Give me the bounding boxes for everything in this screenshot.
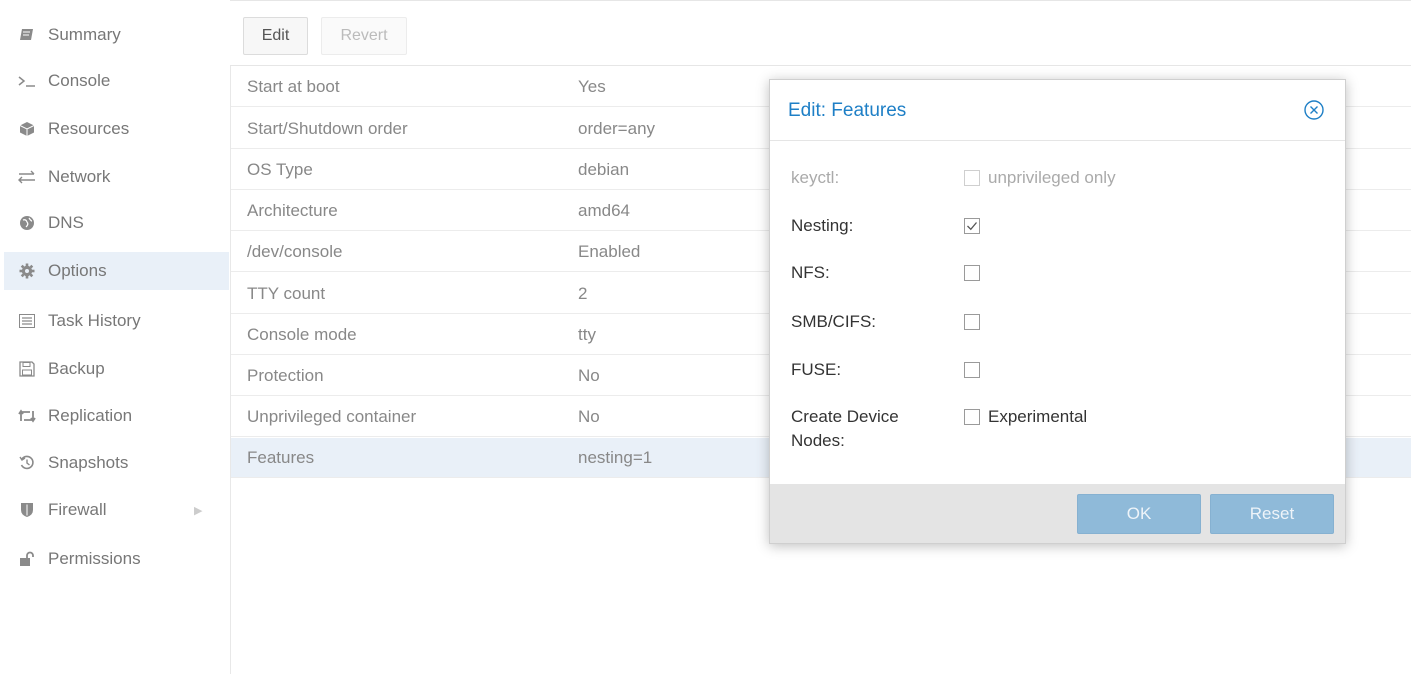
unlock-icon xyxy=(16,551,38,567)
option-value: order=any xyxy=(578,118,656,138)
dialog-header: Edit: Features xyxy=(770,80,1345,141)
option-value: amd64 xyxy=(578,200,630,220)
sidebar-item-label: DNS xyxy=(48,213,84,232)
nesting-checkbox[interactable] xyxy=(964,218,980,234)
sidebar-item-permissions[interactable]: Permissions xyxy=(4,540,229,578)
close-icon[interactable] xyxy=(1303,99,1325,121)
keyctl-checkbox[interactable] xyxy=(964,170,980,186)
floppy-icon xyxy=(16,361,38,377)
toolbar: Edit Revert xyxy=(230,0,1411,66)
mknod-label: Create Device Nodes: xyxy=(791,405,899,453)
exchange-icon xyxy=(16,170,38,184)
sidebar-item-label: Permissions xyxy=(48,549,141,568)
option-key: Protection xyxy=(247,365,324,385)
option-key: TTY count xyxy=(247,283,326,303)
option-key: /dev/console xyxy=(247,241,343,261)
sidebar-item-label: Replication xyxy=(48,406,133,425)
sidebar-item-label: Summary xyxy=(48,25,121,44)
history-icon xyxy=(16,455,38,471)
expand-arrow-icon[interactable]: ▶ xyxy=(194,504,202,517)
option-value: tty xyxy=(578,324,596,344)
sidebar-item-resources[interactable]: Resources xyxy=(4,110,229,148)
option-value: nesting=1 xyxy=(578,447,653,467)
mknod-box-label: Experimental xyxy=(988,407,1088,426)
gear-icon xyxy=(16,263,38,279)
terminal-icon xyxy=(16,75,38,87)
fuse-label: FUSE: xyxy=(791,360,842,379)
retweet-icon xyxy=(16,409,38,423)
option-value: No xyxy=(578,406,600,426)
mknod-label-line1: Create Device xyxy=(791,407,899,426)
sidebar-item-firewall[interactable]: Firewall ▶ xyxy=(4,491,229,529)
sidebar-item-label: Options xyxy=(48,261,107,280)
globe-icon xyxy=(16,215,38,231)
option-key: Unprivileged container xyxy=(247,406,417,426)
checkmark-icon xyxy=(967,222,977,231)
edit-button[interactable]: Edit xyxy=(243,17,308,55)
option-value: 2 xyxy=(578,283,588,303)
nfs-checkbox[interactable] xyxy=(964,265,980,281)
sidebar: Summary Console Resources Network DNS Op… xyxy=(0,0,231,674)
smb-label: SMB/CIFS: xyxy=(791,312,877,331)
sidebar-item-label: Resources xyxy=(48,119,130,138)
sidebar-item-label: Network xyxy=(48,167,111,186)
nesting-label: Nesting: xyxy=(791,216,854,235)
keyctl-label: keyctl: xyxy=(791,168,840,187)
shield-icon xyxy=(16,502,38,518)
fuse-checkbox[interactable] xyxy=(964,362,980,378)
nfs-label: NFS: xyxy=(791,263,830,282)
smb-checkbox[interactable] xyxy=(964,314,980,330)
sidebar-item-snapshots[interactable]: Snapshots xyxy=(4,444,229,482)
option-key: Start/Shutdown order xyxy=(247,118,408,138)
book-icon xyxy=(16,28,38,42)
sidebar-item-label: Firewall xyxy=(48,500,107,519)
cube-icon xyxy=(16,121,38,137)
option-key: Features xyxy=(247,447,315,467)
option-key: Console mode xyxy=(247,324,357,344)
sidebar-item-backup[interactable]: Backup xyxy=(4,350,229,388)
sidebar-item-options[interactable]: Options xyxy=(4,252,229,290)
option-key: OS Type xyxy=(247,159,313,179)
option-value: debian xyxy=(578,159,630,179)
sidebar-item-label: Console xyxy=(48,71,111,90)
dialog-title: Edit: Features xyxy=(788,100,907,121)
mknod-checkbox[interactable] xyxy=(964,409,980,425)
sidebar-item-network[interactable]: Network xyxy=(4,158,229,196)
ok-button[interactable]: OK xyxy=(1077,494,1201,534)
sidebar-item-dns[interactable]: DNS xyxy=(4,204,229,242)
sidebar-item-console[interactable]: Console xyxy=(4,62,229,100)
option-value: No xyxy=(578,365,600,385)
sidebar-item-label: Backup xyxy=(48,359,105,378)
edit-features-dialog: Edit: Features keyctl: unprivileged only… xyxy=(769,79,1346,544)
sidebar-item-summary[interactable]: Summary xyxy=(4,16,229,54)
sidebar-item-label: Task History xyxy=(48,311,141,330)
option-key: Start at boot xyxy=(247,76,340,96)
sidebar-item-task-history[interactable]: Task History xyxy=(4,302,229,340)
reset-button[interactable]: Reset xyxy=(1210,494,1334,534)
option-value: Yes xyxy=(578,76,606,96)
dialog-footer: OK Reset xyxy=(770,484,1345,543)
option-value: Enabled xyxy=(578,241,641,261)
option-key: Architecture xyxy=(247,200,338,220)
sidebar-item-label: Snapshots xyxy=(48,453,129,472)
sidebar-item-replication[interactable]: Replication xyxy=(4,397,229,435)
list-icon xyxy=(16,314,38,328)
revert-button[interactable]: Revert xyxy=(321,17,407,55)
keyctl-box-label: unprivileged only xyxy=(988,168,1116,187)
mknod-label-line2: Nodes: xyxy=(791,431,845,450)
